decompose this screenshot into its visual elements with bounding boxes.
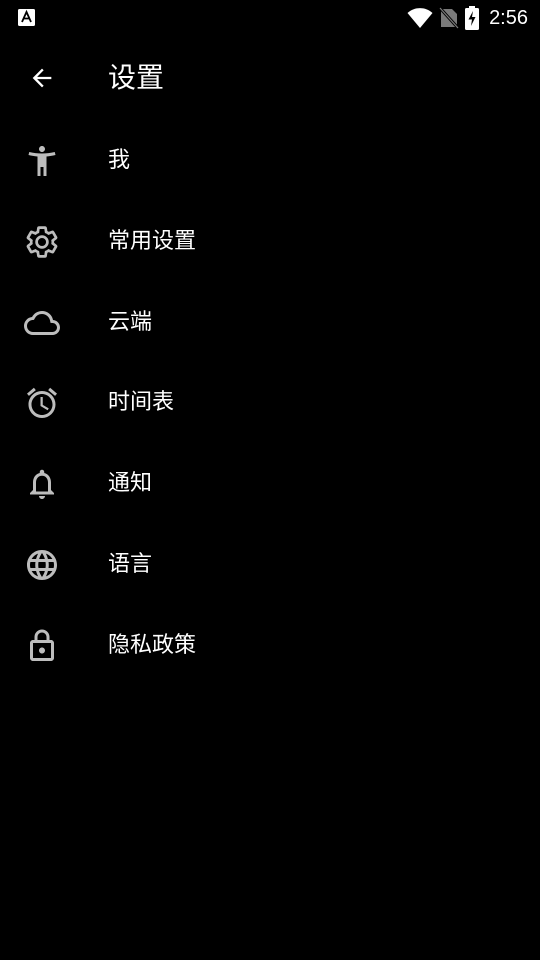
menu-item-cloud[interactable]: 云端 (0, 283, 540, 364)
menu-item-general-settings[interactable]: 常用设置 (0, 202, 540, 283)
menu-item-label: 我 (108, 148, 131, 173)
a-accessibility-icon (18, 9, 35, 26)
menu-item-label: 通知 (108, 471, 153, 497)
menu-item-label: 时间表 (108, 390, 175, 416)
no-sim-icon (439, 7, 460, 29)
cloud-icon (24, 310, 60, 335)
arrow-back-icon (32, 68, 52, 88)
bell-icon (30, 469, 54, 500)
wifi-icon (407, 8, 433, 28)
alarm-clock-icon (27, 388, 57, 419)
battery-charging-icon (465, 6, 480, 30)
menu-item-privacy-policy[interactable]: 隐私政策 (0, 606, 540, 687)
status-bar: 2:56 (0, 0, 540, 36)
app-bar: 设置 (0, 36, 540, 120)
menu-item-label: 云端 (108, 309, 153, 335)
gear-icon (26, 226, 58, 258)
menu-item-label: 隐私政策 (108, 632, 197, 658)
settings-menu: 我 常用设置 云端 时间表 通知 语言 隐私政策 (0, 121, 540, 687)
menu-item-notifications[interactable]: 通知 (0, 444, 540, 525)
status-icons: 2:56 (407, 0, 528, 36)
menu-item-language[interactable]: 语言 (0, 525, 540, 606)
globe-icon (27, 549, 57, 580)
lock-icon (30, 629, 54, 661)
menu-item-label: 语言 (108, 551, 153, 577)
menu-item-me[interactable]: 我 (0, 121, 540, 202)
page-title: 设置 (108, 61, 165, 94)
menu-item-label: 常用设置 (108, 228, 197, 254)
person-icon (28, 146, 56, 176)
menu-item-schedule[interactable]: 时间表 (0, 363, 540, 444)
status-time: 2:56 (489, 6, 528, 29)
back-button[interactable] (18, 54, 66, 102)
